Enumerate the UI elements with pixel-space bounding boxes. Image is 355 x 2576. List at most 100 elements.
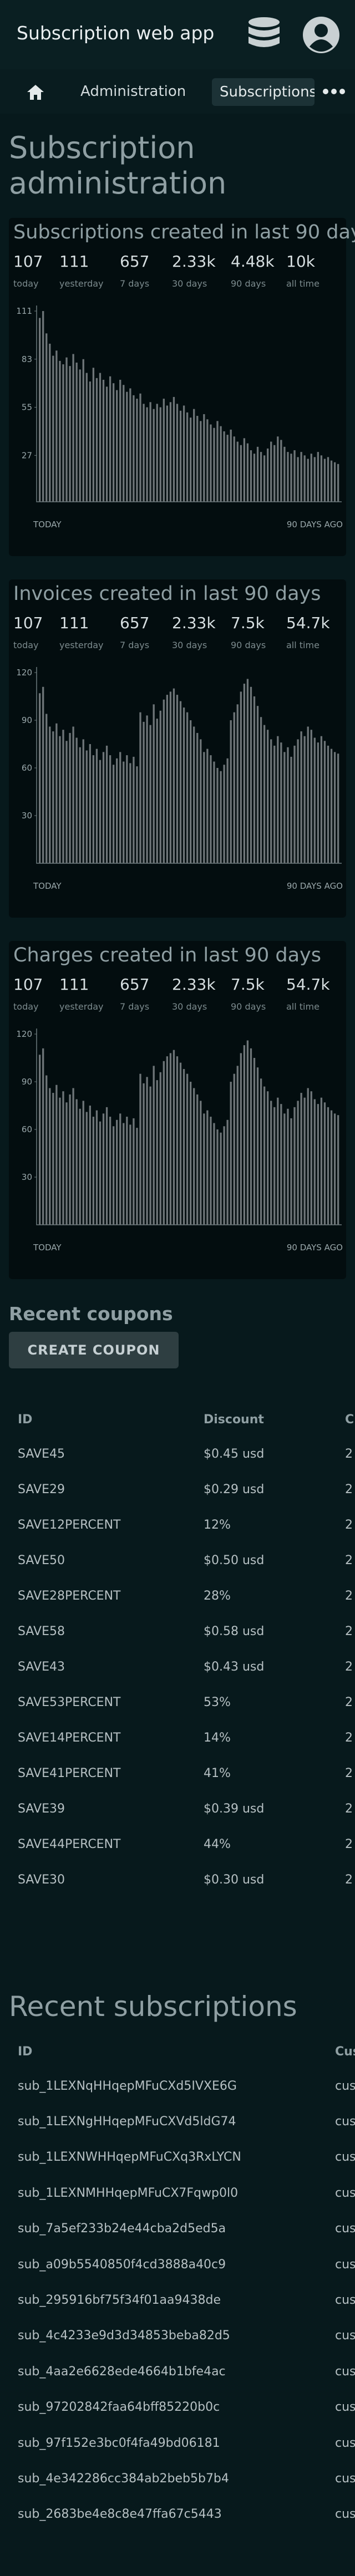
chart-bar[interactable] (85, 1112, 88, 1225)
coupon-row[interactable]: SAVE44PERCENT 44% 2 (9, 1826, 355, 1862)
chart-bar[interactable] (317, 1104, 320, 1225)
chart-bar[interactable] (327, 457, 329, 502)
chart-bar[interactable] (300, 452, 302, 502)
chart-bar[interactable] (273, 745, 276, 863)
chart-bar[interactable] (123, 761, 125, 863)
chart-bar[interactable] (303, 1097, 306, 1225)
chart-bar[interactable] (186, 412, 189, 502)
coupon-id[interactable]: SAVE14PERCENT (9, 1720, 195, 1755)
chart-bar[interactable] (290, 454, 292, 502)
chart-bar[interactable] (273, 445, 276, 502)
chart-bar[interactable] (223, 1126, 225, 1225)
chart-bar[interactable] (226, 758, 229, 863)
chart-bar[interactable] (49, 343, 51, 502)
chart-bar[interactable] (330, 1110, 333, 1225)
nav-administration[interactable]: Administration (80, 80, 186, 103)
subscription-row[interactable]: sub_295916bf75f34f01aa9438de cus (9, 2282, 355, 2318)
chart-bar[interactable] (290, 756, 292, 863)
chart-bar[interactable] (273, 1107, 276, 1225)
chart-bar[interactable] (159, 1072, 161, 1225)
chart-bar[interactable] (75, 737, 78, 863)
chart-bar[interactable] (126, 391, 128, 502)
chart-bar[interactable] (323, 741, 326, 863)
chart-bar[interactable] (82, 1101, 84, 1225)
chart-bar[interactable] (190, 418, 192, 502)
chart-bar[interactable] (65, 741, 68, 863)
chart-bar[interactable] (250, 1048, 252, 1225)
chart-bar[interactable] (112, 1126, 115, 1225)
chart-bar[interactable] (39, 1055, 41, 1225)
chart-bar[interactable] (320, 455, 323, 502)
coupon-id[interactable]: SAVE43 (9, 1649, 195, 1684)
chart-bar[interactable] (213, 761, 215, 863)
subscription-row[interactable]: sub_1LEXNWHHqepMFuCXq3RxLYCN cus (9, 2140, 355, 2175)
coupon-id[interactable]: SAVE44PERCENT (9, 1826, 195, 1862)
chart-bar[interactable] (303, 736, 306, 863)
chart-bar[interactable] (62, 1091, 64, 1225)
chart-bar[interactable] (105, 745, 108, 863)
chart-bar[interactable] (139, 1073, 141, 1225)
chart-bar[interactable] (129, 388, 131, 502)
chart-bar[interactable] (256, 706, 259, 863)
chart-bar[interactable] (173, 688, 175, 863)
chart-bar[interactable] (200, 421, 202, 502)
chart-bar[interactable] (79, 1108, 81, 1225)
chart-bar[interactable] (182, 405, 185, 502)
chart-bar[interactable] (240, 445, 242, 502)
chart-bar[interactable] (182, 707, 185, 863)
chart-bar[interactable] (337, 754, 339, 863)
chart-bar[interactable] (240, 691, 242, 863)
chart-bar[interactable] (52, 731, 54, 863)
subscription-row[interactable]: sub_2683be4e8c8e47ffa67c5443 cus (9, 2497, 355, 2523)
chart-bar[interactable] (253, 696, 256, 863)
chart-bar[interactable] (133, 1118, 135, 1225)
coupon-row[interactable]: SAVE43 $0.43 usd 2 (9, 1649, 355, 1684)
chart-bar[interactable] (95, 378, 98, 502)
chart-bar[interactable] (283, 1113, 286, 1225)
subscription-id[interactable]: sub_1LEXNWHHqepMFuCXq3RxLYCN (9, 2140, 326, 2175)
chart-bar[interactable] (65, 1102, 68, 1225)
chart-bar[interactable] (333, 1113, 336, 1225)
chart-bar[interactable] (173, 396, 175, 502)
chart-bar[interactable] (123, 1123, 125, 1225)
chart-bar[interactable] (303, 455, 306, 502)
coupon-row[interactable]: SAVE29 $0.29 usd 2 (9, 1472, 355, 1507)
chart-bar[interactable] (260, 452, 262, 502)
chart-bar[interactable] (143, 1083, 145, 1225)
chart-bar[interactable] (102, 379, 105, 502)
create-coupon-button[interactable]: CREATE COUPON (9, 1332, 179, 1368)
chart-bar[interactable] (297, 1101, 299, 1225)
coupon-id[interactable]: SAVE28PERCENT (9, 1578, 195, 1613)
chart-bar[interactable] (82, 739, 84, 863)
chart-bar[interactable] (313, 457, 316, 502)
chart-bar[interactable] (146, 407, 148, 502)
chart-bar[interactable] (233, 712, 235, 863)
chart-bar[interactable] (307, 1088, 309, 1225)
chart-bar[interactable] (310, 730, 312, 863)
coupon-id[interactable]: SAVE53PERCENT (9, 1684, 195, 1720)
chart-bar[interactable] (267, 448, 269, 502)
coupon-row[interactable]: SAVE58 $0.58 usd 2 (9, 1613, 355, 1649)
chart-bar[interactable] (317, 742, 320, 863)
column-header-customer[interactable]: Customer (326, 2035, 355, 2068)
chart-bar[interactable] (62, 730, 64, 863)
subscription-id[interactable]: sub_4c4233e9d3d34853beba82d5 (9, 2318, 326, 2354)
more-icon[interactable] (322, 87, 346, 96)
subscription-row[interactable]: sub_97202842faa64bff85220b0c cus (9, 2390, 355, 2425)
chart-bar[interactable] (213, 427, 215, 502)
chart-bar[interactable] (210, 1117, 212, 1225)
chart-bar[interactable] (156, 404, 158, 502)
coupon-id[interactable]: SAVE45 (9, 1436, 195, 1472)
chart-bar[interactable] (129, 763, 131, 863)
chart-bar[interactable] (323, 1102, 326, 1225)
chart-bar[interactable] (236, 441, 239, 502)
chart-bar[interactable] (320, 1097, 323, 1225)
chart-bar[interactable] (287, 452, 289, 502)
chart-bar[interactable] (153, 1066, 155, 1225)
coupon-id[interactable]: SAVE12PERCENT (9, 1507, 195, 1542)
chart-bar[interactable] (179, 410, 182, 502)
chart-bar[interactable] (230, 1082, 232, 1225)
chart-bar[interactable] (193, 409, 195, 502)
subscription-row[interactable]: sub_1LEXNMHHqepMFuCX7Fqwp0l0 cus (9, 2175, 355, 2211)
subscription-id[interactable]: sub_97202842faa64bff85220b0c (9, 2390, 326, 2425)
